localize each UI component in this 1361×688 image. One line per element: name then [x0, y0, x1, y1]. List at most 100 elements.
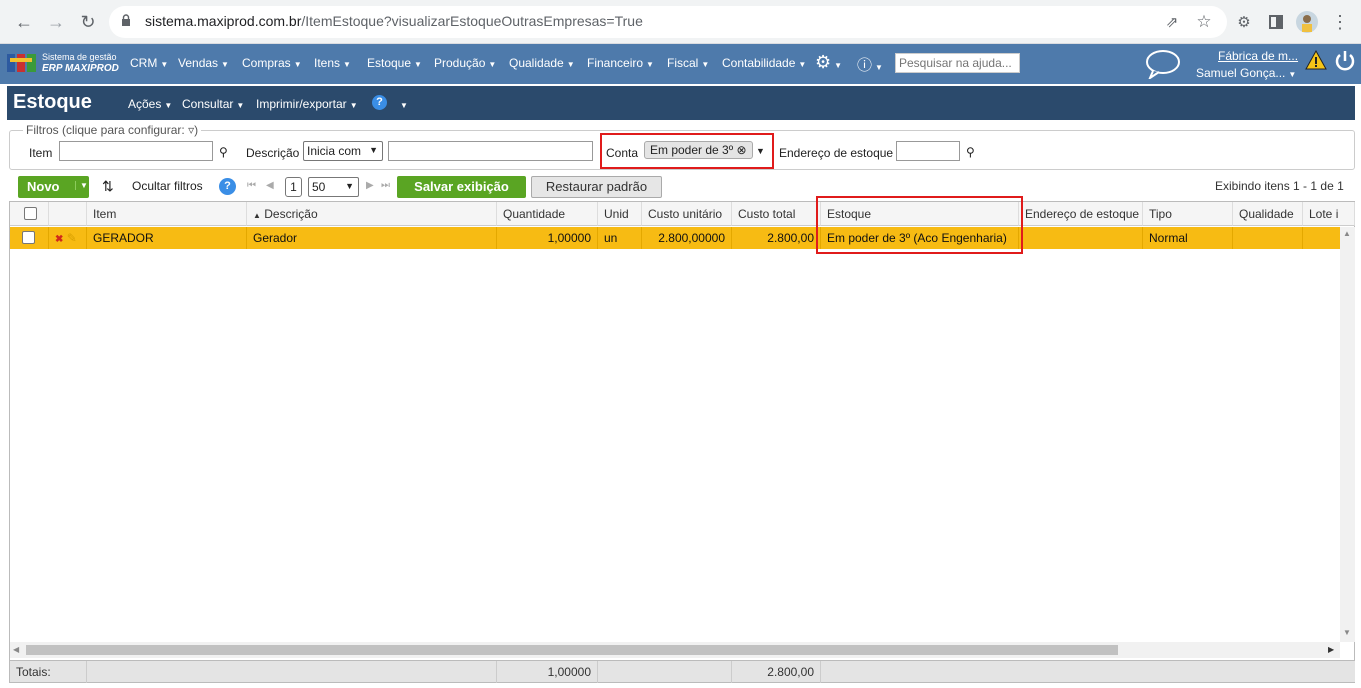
menu-financeiro[interactable]: Financeiro ▼ — [587, 56, 654, 70]
select-all-checkbox[interactable] — [24, 207, 37, 220]
app-header: Sistema de gestão ERP MAXIPROD CRM ▼ Vend… — [0, 44, 1361, 84]
grid-help-icon[interactable]: ? — [219, 178, 236, 195]
last-page-icon[interactable]: ⏭ — [381, 180, 390, 191]
browser-menu-icon[interactable]: ⋮ — [1326, 8, 1354, 36]
page-help-icon[interactable]: ? — [372, 95, 387, 110]
cell-quantidade[interactable]: 1,00000 — [497, 227, 598, 249]
endereco-filter-input[interactable] — [896, 141, 960, 161]
col-item[interactable]: Item — [87, 202, 247, 226]
help-icon[interactable]: ⓘ ▼ — [857, 54, 883, 75]
item-filter-label: Item — [29, 146, 53, 160]
menu-acoes[interactable]: Ações ▼ — [128, 97, 172, 111]
scroll-up-icon[interactable]: ▲ — [1343, 229, 1351, 238]
menu-qualidade[interactable]: Qualidade ▼ — [509, 56, 575, 70]
scroll-down-icon[interactable]: ▼ — [1343, 628, 1351, 637]
lock-icon — [121, 14, 131, 26]
reload-icon[interactable]: ↻ — [74, 8, 102, 36]
menu-fiscal[interactable]: Fiscal ▼ — [667, 56, 709, 70]
page-title: Estoque — [13, 91, 92, 113]
cell-endereco[interactable] — [1019, 227, 1143, 249]
delete-icon[interactable]: ✖ — [55, 234, 63, 245]
total-custo: 2.800,00 — [732, 661, 821, 683]
restaurar-padrao-button[interactable]: Restaurar padrão — [531, 176, 662, 198]
menu-consultar[interactable]: Consultar ▼ — [182, 97, 244, 111]
descricao-filter-input[interactable] — [388, 141, 593, 161]
novo-button[interactable]: Novo ▼ — [18, 176, 89, 198]
col-endereco[interactable]: Endereço de estoque — [1019, 202, 1143, 226]
prev-page-icon[interactable]: ◀ — [266, 180, 274, 191]
filters-legend[interactable]: Filtros (clique para configurar: ▿) — [23, 123, 202, 137]
menu-itens[interactable]: Itens ▼ — [314, 56, 351, 70]
item-search-icon[interactable]: ⚲ — [219, 145, 228, 159]
chat-icon[interactable] — [1145, 49, 1181, 82]
cell-tipo[interactable]: Normal — [1143, 227, 1233, 249]
col-custo-unitario[interactable]: Custo unitário — [642, 202, 732, 226]
power-icon[interactable] — [1333, 49, 1357, 76]
col-unid[interactable]: Unid — [598, 202, 642, 226]
logo-icon[interactable] — [7, 52, 37, 74]
col-descricao[interactable]: ▲ Descrição — [247, 202, 497, 226]
first-page-icon[interactable]: ⏮ — [247, 180, 256, 191]
ocultar-filtros-button[interactable]: Ocultar filtros — [132, 179, 203, 193]
conta-filter-chip[interactable]: Em poder de 3º ⊗ — [644, 141, 753, 159]
row-checkbox[interactable] — [22, 231, 35, 244]
menu-producao[interactable]: Produção ▼ — [434, 56, 496, 70]
refresh-icon[interactable]: ⇅ — [102, 178, 114, 195]
settings-icon[interactable]: ⚙ ▼ — [815, 52, 842, 73]
chip-remove-icon[interactable]: ⊗ — [736, 143, 746, 157]
totals-label: Totais: — [10, 661, 87, 683]
item-filter-input[interactable] — [59, 141, 213, 161]
conta-filter-label: Conta — [606, 146, 639, 160]
scroll-right-icon[interactable]: ▶ — [1328, 645, 1334, 654]
menu-contabilidade[interactable]: Contabilidade ▼ — [722, 56, 806, 70]
back-icon[interactable]: ← — [10, 8, 38, 36]
totals-spacer — [87, 661, 497, 683]
url-text: sistema.maxiprod.com.br/ItemEstoque?visu… — [145, 13, 643, 29]
scroll-left-icon[interactable]: ◀ — [13, 645, 19, 654]
page-number-input[interactable]: 1 — [285, 177, 302, 197]
share-icon[interactable]: ⇗ — [1158, 8, 1186, 36]
page-size-select[interactable]: 50 ▼ — [308, 177, 359, 197]
horizontal-scroll-thumb[interactable] — [26, 645, 1118, 655]
extensions-icon[interactable]: ⚙ — [1230, 8, 1258, 36]
next-page-icon[interactable]: ▶ — [366, 180, 374, 191]
menu-estoque[interactable]: Estoque ▼ — [367, 56, 422, 70]
cell-descricao[interactable]: Gerador — [247, 227, 497, 249]
cell-custo-unitario[interactable]: 2.800,00000 — [642, 227, 732, 249]
company-link[interactable]: Fábrica de m... — [1218, 49, 1298, 63]
menu-imprimir-exportar[interactable]: Imprimir/exportar ▼ — [256, 97, 358, 111]
col-quantidade[interactable]: Quantidade — [497, 202, 598, 226]
col-custo-total[interactable]: Custo total — [732, 202, 821, 226]
novo-caret-icon[interactable]: ▼ — [75, 181, 88, 190]
col-tipo[interactable]: Tipo — [1143, 202, 1233, 226]
endereco-search-icon[interactable]: ⚲ — [966, 145, 975, 159]
estoque-highlight — [816, 196, 1023, 254]
cell-custo-total[interactable]: 2.800,00 — [732, 227, 821, 249]
star-icon[interactable]: ☆ — [1190, 8, 1218, 36]
menu-vendas[interactable]: Vendas ▼ — [178, 56, 229, 70]
horizontal-scrollbar[interactable]: ◀ ▶ — [10, 642, 1340, 658]
logo-text: Sistema de gestão ERP MAXIPROD — [42, 52, 119, 74]
warning-icon[interactable] — [1305, 49, 1327, 73]
col-qualidade[interactable]: Qualidade — [1233, 202, 1303, 226]
forward-icon[interactable]: → — [42, 8, 70, 36]
menu-crm[interactable]: CRM ▼ — [130, 56, 168, 70]
cell-unid[interactable]: un — [598, 227, 642, 249]
vertical-scrollbar[interactable]: ▲ ▼ — [1340, 227, 1355, 642]
help-search-input[interactable] — [895, 53, 1020, 73]
sidepanel-icon[interactable] — [1262, 8, 1290, 36]
col-lote[interactable]: Lote i — [1303, 202, 1355, 226]
edit-icon[interactable]: ✎ — [67, 231, 77, 245]
descricao-mode-select[interactable]: Inicia com ▼ — [303, 141, 383, 161]
funnel-icon[interactable]: ▿ — [188, 123, 194, 137]
user-menu[interactable]: Samuel Gonça... ▼ — [1196, 66, 1296, 80]
cell-qualidade[interactable] — [1233, 227, 1303, 249]
salvar-exibicao-button[interactable]: Salvar exibição — [397, 176, 526, 198]
browser-toolbar: ← → ↻ sistema.maxiprod.com.br/ItemEstoqu… — [0, 0, 1361, 44]
totals-spacer-2 — [598, 661, 732, 683]
page-more-caret[interactable]: ▼ — [397, 97, 408, 111]
cell-item[interactable]: GERADOR — [87, 227, 247, 249]
conta-dropdown-icon[interactable]: ▼ — [756, 146, 765, 156]
menu-compras[interactable]: Compras ▼ — [242, 56, 302, 70]
profile-avatar[interactable] — [1293, 8, 1321, 36]
